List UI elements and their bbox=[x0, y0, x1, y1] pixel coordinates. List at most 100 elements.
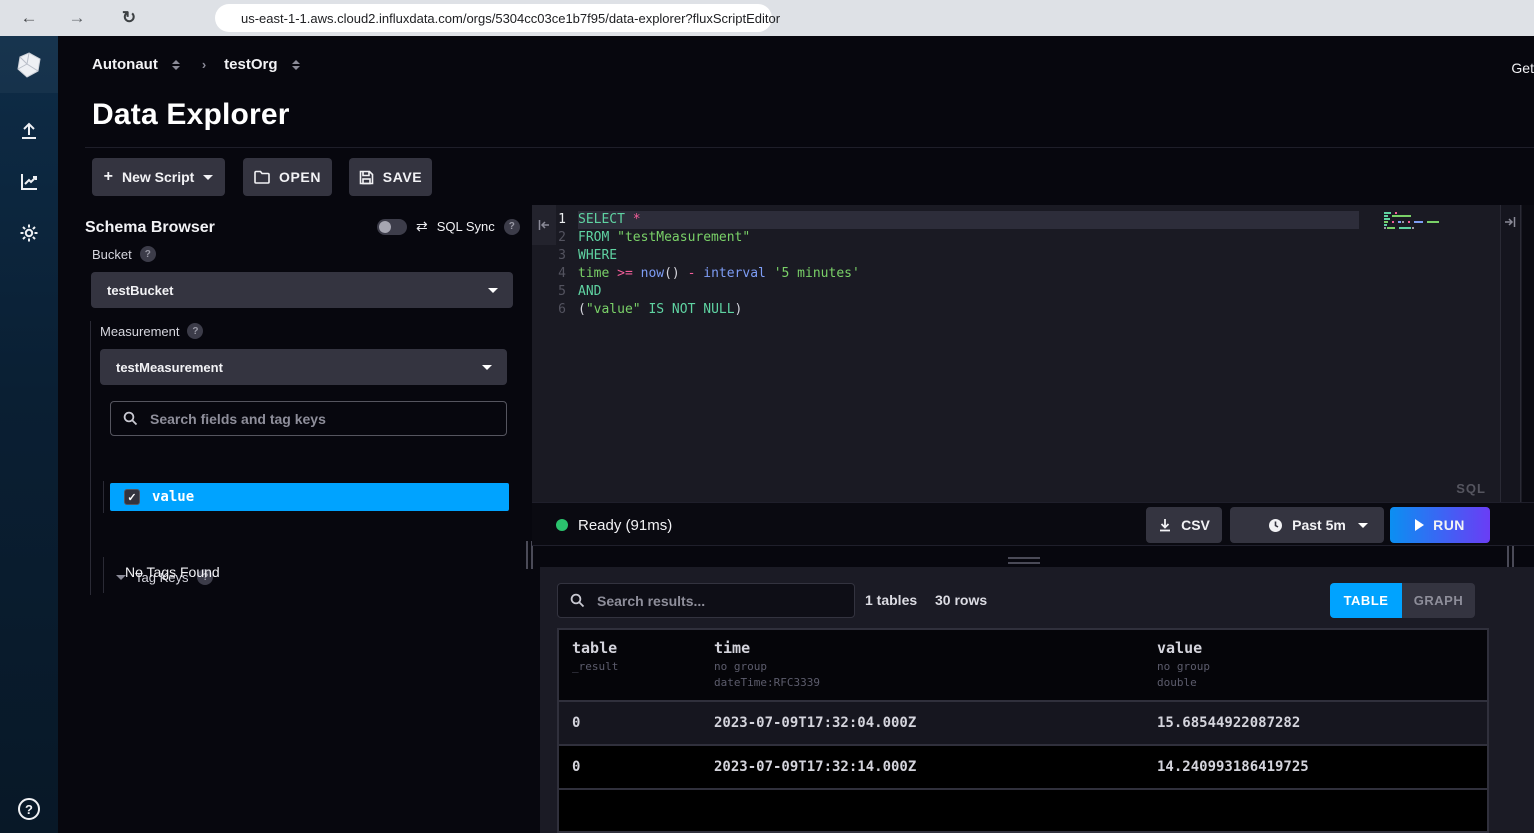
indent-guide bbox=[103, 557, 104, 593]
table-cell: 14.240993186419725 bbox=[1157, 759, 1309, 775]
sql-sync-group: ⇄ SQL Sync ? bbox=[377, 218, 520, 235]
schema-search bbox=[110, 401, 507, 436]
table-view-button[interactable]: TABLE bbox=[1330, 583, 1402, 618]
app: ? Autonaut › testOrg Get Data Explorer +… bbox=[0, 36, 1534, 833]
sql-editor[interactable]: 1SELECT *2FROM "testMeasurement"3WHERE4t… bbox=[532, 205, 1534, 502]
plus-icon: + bbox=[104, 168, 113, 186]
measurement-help-icon[interactable]: ? bbox=[187, 323, 203, 339]
column-header-time: timeno groupdateTime:RFC3339 bbox=[714, 639, 820, 689]
table-cell: 0 bbox=[572, 759, 580, 775]
results-table-body: 02023-07-09T17:32:04.000Z15.685449220872… bbox=[559, 702, 1487, 790]
main-area: Autonaut › testOrg Get Data Explorer + N… bbox=[58, 36, 1534, 833]
measurement-value: testMeasurement bbox=[116, 360, 223, 375]
breadcrumb-chevron-icon: › bbox=[202, 57, 206, 72]
chevron-down-icon bbox=[203, 175, 213, 180]
org-switcher[interactable]: testOrg bbox=[224, 56, 277, 73]
org-switch-icon[interactable] bbox=[292, 60, 300, 70]
sql-sync-toggle[interactable] bbox=[377, 219, 407, 235]
influxdb-logo[interactable] bbox=[0, 36, 58, 93]
bucket-label-row: Bucket ? bbox=[92, 246, 156, 262]
run-button[interactable]: RUN bbox=[1390, 507, 1490, 543]
browser-back-icon[interactable]: ← bbox=[14, 8, 44, 28]
measurement-dropdown[interactable]: testMeasurement bbox=[100, 349, 507, 385]
language-badge: SQL bbox=[1456, 481, 1486, 496]
measurement-label-row: Measurement ? bbox=[100, 323, 203, 339]
title-divider bbox=[85, 147, 1534, 148]
load-data-icon[interactable] bbox=[17, 119, 41, 143]
new-script-label: New Script bbox=[122, 169, 194, 185]
code-line[interactable]: 6("value" IS NOT NULL) bbox=[532, 301, 1500, 319]
address-bar[interactable]: us-east-1-1.aws.cloud2.influxdata.com/or… bbox=[215, 4, 772, 32]
search-icon bbox=[570, 593, 585, 608]
table-cell: 0 bbox=[572, 715, 580, 731]
new-script-button[interactable]: + New Script bbox=[92, 158, 225, 196]
results-search bbox=[557, 583, 855, 618]
nav-sidebar: ? bbox=[0, 36, 58, 833]
browser-forward-icon[interactable]: → bbox=[62, 8, 92, 28]
rows-count: 30 rows bbox=[935, 592, 987, 608]
data-explorer-icon[interactable] bbox=[17, 170, 41, 194]
column-header-value: valueno groupdouble bbox=[1157, 639, 1210, 689]
get-credit-link[interactable]: Get bbox=[1511, 60, 1534, 76]
measurement-label: Measurement bbox=[100, 324, 179, 339]
chevron-down-icon bbox=[482, 365, 492, 370]
time-range-value: Past 5m bbox=[1292, 517, 1346, 533]
schema-browser-title: Schema Browser bbox=[85, 219, 215, 237]
code-line[interactable]: 2FROM "testMeasurement" bbox=[532, 229, 1500, 247]
bucket-help-icon[interactable]: ? bbox=[140, 246, 156, 262]
code-line[interactable]: 1SELECT * bbox=[532, 211, 1500, 229]
table-row: 02023-07-09T17:32:04.000Z15.685449220872… bbox=[559, 702, 1487, 746]
folder-icon bbox=[254, 170, 270, 184]
run-label: RUN bbox=[1433, 517, 1465, 533]
save-label: SAVE bbox=[383, 169, 423, 185]
view-toggle: TABLE GRAPH bbox=[1330, 583, 1475, 618]
code-line[interactable]: 3WHERE bbox=[532, 247, 1500, 265]
chevron-down-icon bbox=[488, 288, 498, 293]
open-button[interactable]: OPEN bbox=[243, 158, 332, 196]
graph-view-button[interactable]: GRAPH bbox=[1402, 583, 1475, 618]
code-line[interactable]: 5AND bbox=[532, 283, 1500, 301]
play-icon bbox=[1415, 519, 1424, 531]
field-item-value[interactable]: ✓ value bbox=[110, 483, 509, 511]
table-cell: 2023-07-09T17:32:04.000Z bbox=[714, 715, 916, 731]
bucket-value: testBucket bbox=[107, 283, 173, 298]
status-dot bbox=[556, 519, 568, 531]
sql-sync-label: SQL Sync bbox=[437, 219, 495, 234]
editor-right-rail bbox=[1500, 205, 1521, 502]
page-title: Data Explorer bbox=[92, 98, 290, 132]
toolbar: + New Script OPEN SAVE bbox=[92, 158, 432, 196]
status-text: Ready (91ms) bbox=[578, 517, 672, 534]
account-switcher[interactable]: Autonaut bbox=[92, 56, 158, 73]
clock-icon bbox=[1268, 518, 1283, 533]
csv-button[interactable]: CSV bbox=[1146, 507, 1222, 543]
csv-label: CSV bbox=[1181, 517, 1210, 533]
bucket-label: Bucket bbox=[92, 247, 132, 262]
help-icon[interactable]: ? bbox=[18, 798, 40, 820]
sync-arrows-icon: ⇄ bbox=[416, 218, 428, 235]
horizontal-splitter-handle[interactable] bbox=[1008, 557, 1040, 564]
browser-reload-icon[interactable]: ↻ bbox=[114, 8, 144, 28]
column-header-table: table_result bbox=[572, 639, 618, 673]
code-line[interactable]: 4time >= now() - interval '5 minutes' bbox=[532, 265, 1500, 283]
save-button[interactable]: SAVE bbox=[349, 158, 432, 196]
query-status-bar: Ready (91ms) CSV Past 5m RUN bbox=[532, 502, 1534, 546]
bucket-dropdown[interactable]: testBucket bbox=[91, 272, 513, 308]
time-range-dropdown[interactable]: Past 5m bbox=[1230, 507, 1384, 543]
search-icon bbox=[123, 411, 138, 426]
results-table: table_result timeno groupdateTime:RFC3339… bbox=[557, 628, 1489, 833]
indent-guide bbox=[103, 481, 104, 513]
account-switch-icon[interactable] bbox=[172, 60, 180, 70]
results-search-input[interactable] bbox=[597, 593, 854, 609]
sql-sync-help-icon[interactable]: ? bbox=[504, 219, 520, 235]
editor-minimap[interactable] bbox=[1384, 212, 1428, 230]
table-row: 0 2023-07-09T17:32:14.000Z 14.240993186419… bbox=[559, 746, 1487, 790]
collapse-right-icon[interactable] bbox=[1504, 215, 1516, 233]
field-checkbox[interactable]: ✓ bbox=[124, 489, 140, 505]
table-cell: 2023-07-09T17:32:14.000Z bbox=[714, 759, 916, 775]
settings-gear-icon[interactable] bbox=[17, 221, 41, 245]
chevron-down-icon bbox=[1358, 523, 1368, 528]
save-disk-icon bbox=[359, 170, 374, 185]
schema-search-input[interactable] bbox=[150, 411, 506, 427]
field-name: value bbox=[152, 489, 194, 505]
code-lines[interactable]: 1SELECT *2FROM "testMeasurement"3WHERE4t… bbox=[532, 211, 1500, 319]
